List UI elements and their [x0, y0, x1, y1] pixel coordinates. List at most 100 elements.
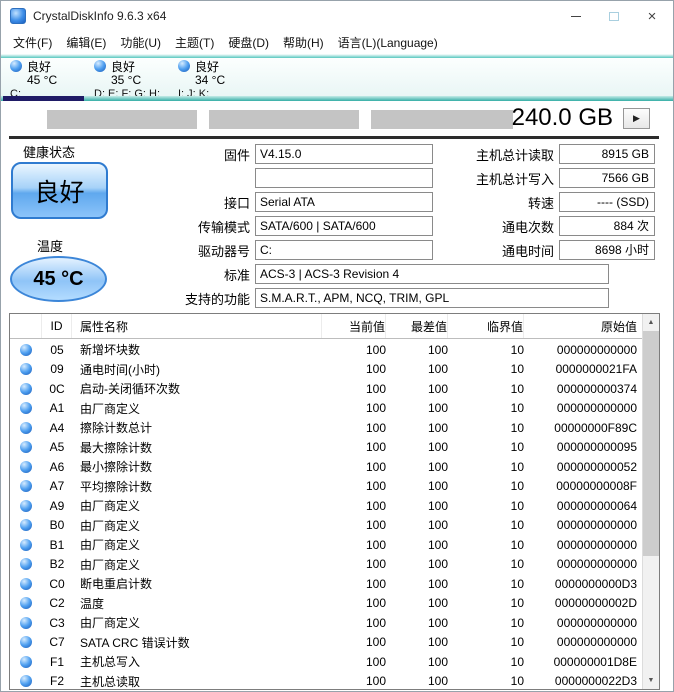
status-dot-icon — [20, 577, 32, 590]
menu-edit[interactable]: 编辑(E) — [59, 30, 113, 55]
smart-row[interactable]: A4 擦除计数总计 100 100 10 00000000F89C — [10, 418, 642, 438]
cell-threshold: 10 — [510, 479, 524, 494]
cell-attribute-name: 最大擦除计数 — [80, 440, 153, 455]
smart-row[interactable]: C7 SATA CRC 错误计数 100 100 10 000000000000 — [10, 633, 642, 653]
smart-row[interactable]: B1 由厂商定义 100 100 10 000000000000 — [10, 535, 642, 555]
cell-id: A1 — [49, 401, 65, 416]
smart-row[interactable]: A6 最小擦除计数 100 100 10 000000000052 — [10, 457, 642, 477]
cell-raw-value: 000000000000 — [556, 518, 637, 533]
smart-row[interactable]: A5 最大擦除计数 100 100 10 000000000095 — [10, 438, 642, 458]
status-dot-cell — [10, 655, 42, 668]
smart-row[interactable]: F1 主机总写入 100 100 10 000000001D8E — [10, 652, 642, 672]
minimize-button[interactable] — [557, 1, 595, 31]
menu-function[interactable]: 功能(U) — [113, 30, 168, 55]
field-value: ACS-3 | ACS-3 Revision 4 — [255, 264, 609, 284]
cell-threshold: 10 — [510, 498, 524, 513]
field-row: 标准 ACS-3 | ACS-3 Revision 4 — [119, 262, 617, 286]
cell-current-value: 100 — [365, 420, 386, 435]
cell-attribute-name: 由厂商定义 — [80, 401, 141, 416]
cell-attribute-name: 启动-关闭循环次数 — [80, 382, 180, 397]
menu-theme[interactable]: 主题(T) — [168, 30, 221, 55]
cell-worst-value: 100 — [427, 596, 448, 611]
status-dot-cell — [10, 519, 42, 532]
health-status-label: 健康状态 — [23, 145, 76, 160]
cell-worst-value: 100 — [427, 479, 448, 494]
menu-file[interactable]: 文件(F) — [6, 30, 59, 55]
status-dot-cell — [10, 538, 42, 551]
table-scrollbar[interactable]: ▲ ▼ — [642, 314, 659, 689]
cell-worst-value: 100 — [427, 518, 448, 533]
maximize-button[interactable] — [595, 1, 633, 31]
stat-value: 8698 小时 — [559, 240, 655, 260]
menu-disk[interactable]: 硬盘(D) — [221, 30, 276, 55]
drive-stats: 主机总计读取 8915 GB 主机总计写入 7566 GB 转速 ---- (SSD) 通电… — [439, 142, 661, 262]
menu-language[interactable]: 语言(L)(Language) — [331, 30, 445, 55]
smart-row[interactable]: B0 由厂商定义 100 100 10 000000000000 — [10, 516, 642, 536]
temperature-indicator: 45 °C — [10, 256, 107, 302]
status-dot-icon — [20, 597, 32, 610]
cell-current-value: 100 — [365, 479, 386, 494]
smart-row[interactable]: A1 由厂商定义 100 100 10 000000000000 — [10, 399, 642, 419]
cell-threshold: 10 — [510, 576, 524, 591]
scroll-thumb[interactable] — [643, 331, 659, 556]
scroll-down-button[interactable]: ▼ — [643, 672, 659, 689]
cell-attribute-name: 由厂商定义 — [80, 518, 141, 533]
smart-row[interactable]: F2 主机总读取 100 100 10 0000000022D3 — [10, 672, 642, 690]
stat-row: 通电次数 884 次 — [439, 214, 661, 238]
cell-current-value: 100 — [365, 615, 386, 630]
drive-tab-1[interactable]: 良好 35 °C D: E: F: G: H: — [87, 58, 171, 100]
tab-health-status: 良好 — [111, 59, 136, 74]
smart-row[interactable]: 0C 启动-关闭循环次数 100 100 10 000000000374 — [10, 379, 642, 399]
stat-row: 通电时间 8698 小时 — [439, 238, 661, 262]
header-worst-value: 最差值 — [386, 314, 448, 338]
menu-help[interactable]: 帮助(H) — [276, 30, 331, 55]
cell-raw-value: 000000000000 — [556, 401, 637, 416]
scroll-up-button[interactable]: ▲ — [643, 314, 659, 331]
smart-row[interactable]: B2 由厂商定义 100 100 10 000000000000 — [10, 555, 642, 575]
title-bar: CrystalDiskInfo 9.6.3 x64 × — [1, 1, 673, 31]
cell-worst-value: 100 — [427, 420, 448, 435]
close-button[interactable]: × — [633, 1, 671, 31]
smart-row[interactable]: 09 通电时间(小时) 100 100 10 0000000021FA — [10, 360, 642, 380]
cell-id: A6 — [49, 459, 65, 474]
smart-row[interactable]: 05 新增坏块数 100 100 10 000000000000 — [10, 340, 642, 360]
cell-worst-value: 100 — [427, 498, 448, 513]
cell-worst-value: 100 — [427, 635, 448, 650]
cell-threshold: 10 — [510, 440, 524, 455]
arrow-down-icon: ▼ — [647, 677, 655, 684]
smart-row[interactable]: C0 断电重启计数 100 100 10 0000000000D3 — [10, 574, 642, 594]
status-dot-icon — [20, 538, 32, 551]
status-dot-cell — [10, 577, 42, 590]
next-drive-button[interactable]: ▶ — [623, 108, 650, 129]
status-dot-icon — [20, 402, 32, 415]
smart-row[interactable]: A9 由厂商定义 100 100 10 000000000064 — [10, 496, 642, 516]
smart-row[interactable]: A7 平均擦除计数 100 100 10 00000000008F — [10, 477, 642, 497]
cell-threshold: 10 — [510, 635, 524, 650]
drive-tab-0[interactable]: 良好 45 °C C: — [3, 58, 87, 101]
cell-threshold: 10 — [510, 615, 524, 630]
smart-row[interactable]: C3 由厂商定义 100 100 10 000000000000 — [10, 613, 642, 633]
smart-row[interactable]: C2 温度 100 100 10 00000000002D — [10, 594, 642, 614]
status-dot-cell — [10, 441, 42, 454]
cell-worst-value: 100 — [427, 440, 448, 455]
stat-label: 主机总计写入 — [475, 171, 554, 187]
health-sphere-icon — [10, 60, 22, 72]
cell-id: A7 — [49, 479, 65, 494]
cell-attribute-name: 由厂商定义 — [80, 499, 141, 514]
cell-threshold: 10 — [510, 654, 524, 669]
drive-tab-2[interactable]: 良好 34 °C I: J: K: — [171, 58, 255, 100]
cell-threshold: 10 — [510, 362, 524, 377]
status-dot-icon — [20, 616, 32, 629]
status-dot-cell — [10, 636, 42, 649]
status-dot-icon — [20, 655, 32, 668]
cell-id: C0 — [49, 576, 65, 591]
status-dot-cell — [10, 616, 42, 629]
cell-current-value: 100 — [365, 362, 386, 377]
header-attribute-name: 属性名称 — [72, 314, 322, 338]
status-dot-icon — [20, 558, 32, 571]
cell-id: B2 — [49, 557, 65, 572]
stat-label: 主机总计读取 — [475, 147, 554, 163]
tab-health-status: 良好 — [195, 59, 220, 74]
tab-drive-letters: C: — [10, 88, 21, 100]
status-dot-cell — [10, 499, 42, 512]
